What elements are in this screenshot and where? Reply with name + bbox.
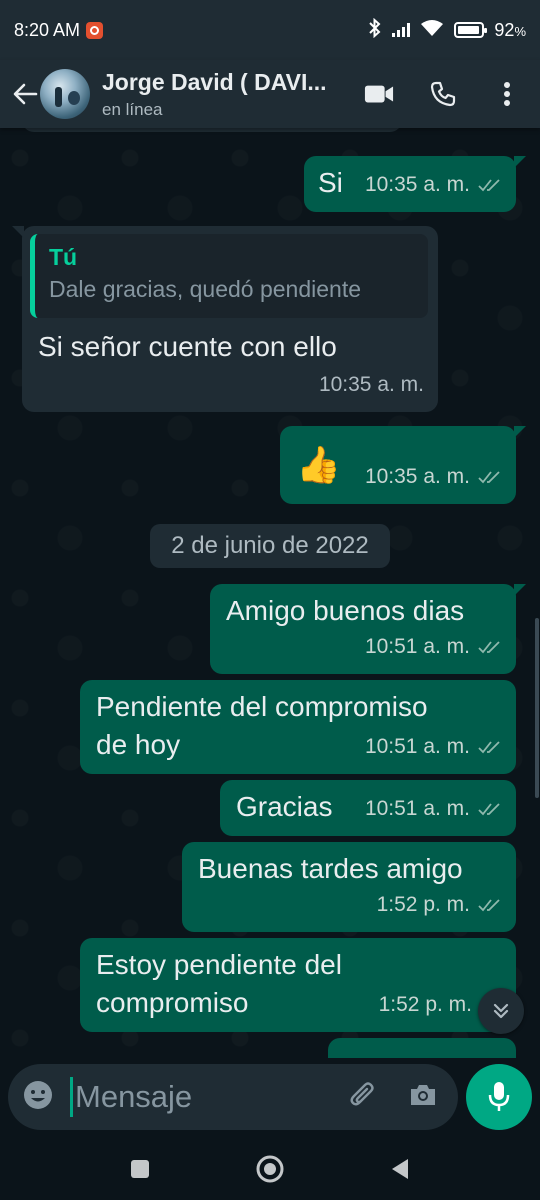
message-bubble-outgoing[interactable]: Buenas tardes amigo 1:52 p. m.	[182, 842, 516, 932]
battery-icon	[454, 22, 488, 38]
message-bubble-incoming[interactable]: Tú Dale gracias, quedó pendiente Si seño…	[12, 226, 438, 412]
contact-name: Jorge David ( DAVI...	[102, 68, 327, 95]
message-bubble-partial	[22, 128, 402, 132]
message-meta: 1:52 p. m.	[379, 986, 472, 1024]
bubble-tail	[514, 584, 526, 596]
system-navigation-bar	[0, 1138, 540, 1200]
contact-info[interactable]: Jorge David ( DAVI... en línea	[102, 69, 364, 120]
emoji-icon[interactable]	[22, 1079, 54, 1116]
bubble-tail	[514, 156, 526, 168]
message-time: 10:51 a. m.	[364, 797, 470, 820]
message-input-container[interactable]: Mensaje	[8, 1064, 458, 1130]
chat-area[interactable]: Si 10:35 a. m. Tú Dale gracias, quedó pe…	[0, 128, 540, 1058]
message-bubble-outgoing[interactable]: Gracias 10:51 a. m.	[220, 780, 516, 836]
message-time: 10:35 a. m.	[364, 173, 470, 196]
read-ticks-icon	[478, 641, 500, 654]
text-caret	[70, 1077, 73, 1117]
cell-signal-icon	[392, 23, 411, 37]
date-separator: 2 de junio de 2022	[150, 524, 390, 568]
header-actions	[364, 79, 522, 109]
message-text-line2: compromiso	[96, 987, 249, 1018]
message-bubble-outgoing[interactable]: 👍 10:35 a. m.	[280, 426, 526, 504]
scroll-down-icon[interactable]	[478, 988, 524, 1034]
read-ticks-icon	[478, 179, 500, 192]
message-text: Amigo buenos dias	[226, 595, 465, 626]
video-call-icon[interactable]	[364, 79, 394, 109]
message-text: Buenas tardes amigo	[198, 853, 463, 884]
quote-text: Dale gracias, quedó pendiente	[49, 276, 362, 302]
nav-recents-icon[interactable]	[123, 1152, 157, 1186]
quote-author: Tú	[49, 244, 78, 270]
message-text-line1: Estoy pendiente del	[96, 949, 342, 980]
status-bar: 8:20 AM 92%	[0, 0, 540, 60]
message-text: Gracias	[236, 791, 333, 822]
attach-icon[interactable]	[348, 1080, 378, 1115]
message-text-line2: de hoy	[96, 729, 181, 760]
screen-record-icon	[86, 21, 104, 39]
message-time: 10:35 a. m.	[318, 373, 424, 396]
message-time: 1:52 p. m.	[376, 893, 470, 916]
message-meta: 10:35 a. m.	[365, 166, 502, 204]
message-meta: 10:35 a. m.	[319, 366, 424, 404]
back-arrow-icon[interactable]	[10, 79, 40, 109]
quoted-message[interactable]: Tú Dale gracias, quedó pendiente	[30, 234, 428, 318]
message-bubble-partial	[328, 1038, 516, 1058]
read-ticks-icon	[478, 741, 500, 754]
message-time: 1:52 p. m.	[378, 993, 472, 1016]
nav-home-icon[interactable]	[253, 1152, 287, 1186]
message-time: 10:35 a. m.	[364, 465, 470, 488]
message-time: 10:51 a. m.	[364, 735, 470, 758]
camera-icon[interactable]	[408, 1082, 438, 1113]
phone-icon[interactable]	[428, 79, 458, 109]
contact-status: en línea	[102, 99, 163, 119]
bluetooth-icon	[368, 17, 382, 43]
composer: Mensaje	[0, 1058, 540, 1138]
message-text: Si	[318, 167, 343, 198]
message-meta: 10:51 a. m.	[365, 628, 502, 666]
read-ticks-icon	[478, 803, 500, 816]
message-meta: 10:51 a. m.	[365, 728, 502, 766]
status-icons: 92%	[368, 17, 526, 43]
bubble-tail	[12, 226, 24, 238]
message-meta: 10:35 a. m.	[365, 458, 502, 496]
message-bubble-outgoing[interactable]: Pendiente del compromiso de hoy 10:51 a.…	[80, 680, 516, 774]
message-meta: 10:51 a. m.	[365, 790, 502, 828]
status-time: 8:20 AM	[14, 19, 81, 40]
message-meta: 1:52 p. m.	[377, 886, 502, 924]
chat-header: Jorge David ( DAVI... en línea	[0, 60, 540, 128]
mic-icon[interactable]	[466, 1064, 532, 1130]
message-text-line1: Pendiente del compromiso	[96, 691, 428, 722]
avatar[interactable]	[40, 69, 90, 119]
bubble-tail	[514, 426, 526, 438]
message-bubble-outgoing[interactable]: Amigo buenos dias 10:51 a. m.	[210, 584, 526, 674]
message-bubble-outgoing[interactable]: Si 10:35 a. m.	[304, 156, 526, 212]
message-input[interactable]: Mensaje	[75, 1079, 348, 1115]
read-ticks-icon	[478, 471, 500, 484]
wifi-icon	[420, 19, 444, 42]
more-options-icon[interactable]	[492, 79, 522, 109]
emoji-thumbs-up: 👍	[296, 444, 341, 485]
message-text: Si señor cuente con ello	[38, 331, 337, 362]
nav-back-icon[interactable]	[383, 1152, 417, 1186]
message-bubble-outgoing[interactable]: Estoy pendiente del compromiso 1:52 p. m…	[80, 938, 516, 1032]
message-time: 10:51 a. m.	[364, 635, 470, 658]
scrollbar[interactable]	[535, 618, 539, 798]
read-ticks-icon	[478, 899, 500, 912]
battery-percent: 92%	[494, 19, 526, 40]
